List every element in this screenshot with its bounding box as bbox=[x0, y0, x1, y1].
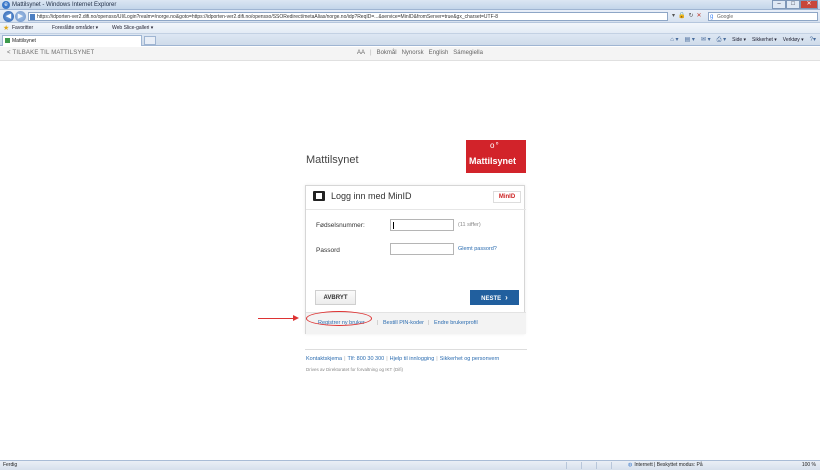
login-card-header: Logg inn med MinID MinID bbox=[306, 186, 526, 210]
address-bar-row: ◀ ▶ https://idporten-ver2.difi.no/openss… bbox=[0, 10, 820, 23]
lang-samegiella[interactable]: Sámegiella bbox=[453, 47, 483, 60]
url-text: https://idporten-ver2.difi.no/opensso/UI… bbox=[37, 14, 499, 20]
annotation-highlight-ring bbox=[306, 311, 372, 326]
minid-emblem-icon bbox=[313, 191, 325, 201]
order-pin-codes-link[interactable]: Bestill PIN-koder bbox=[383, 313, 424, 334]
cmd-safety[interactable]: Sikkerhet ▾ bbox=[752, 34, 777, 46]
help-icon[interactable]: ?▾ bbox=[810, 34, 816, 46]
login-help-link[interactable]: Hjelp til innlogging bbox=[390, 356, 435, 362]
separator: | bbox=[344, 356, 346, 362]
next-button-label: NESTE bbox=[481, 296, 502, 302]
fav-web-slice-gallery[interactable]: Web Slice-galleri ▾ bbox=[112, 23, 153, 34]
maximize-button[interactable]: □ bbox=[786, 0, 800, 9]
separator: | bbox=[370, 50, 372, 56]
footer-divider bbox=[305, 349, 527, 350]
google-icon: g bbox=[710, 14, 714, 20]
text-caret bbox=[393, 222, 394, 229]
annotation-arrowhead bbox=[293, 315, 299, 321]
page-content: < TILBAKE TIL MATTILSYNET AA | Bokmål Ny… bbox=[0, 47, 820, 460]
lang-english[interactable]: English bbox=[429, 47, 449, 60]
fav-suggested-sites[interactable]: Foreslåtte områder ▾ bbox=[52, 23, 98, 34]
status-text: Ferdig bbox=[3, 462, 18, 468]
separator: | bbox=[436, 356, 438, 362]
separator: | bbox=[386, 356, 388, 362]
favorites-label[interactable]: Favoritter bbox=[12, 23, 33, 34]
new-tab-button[interactable] bbox=[144, 36, 156, 45]
password-input[interactable] bbox=[390, 243, 454, 255]
contact-form-link[interactable]: Kontaktskjema bbox=[306, 356, 342, 362]
back-to-mattilsynet-link[interactable]: < TILBAKE TIL MATTILSYNET bbox=[7, 47, 94, 60]
tab-mattilsynet[interactable]: Mattilsynet bbox=[2, 35, 142, 46]
refresh-icon[interactable]: ↻ bbox=[689, 12, 694, 21]
page-icon bbox=[30, 14, 35, 20]
stop-icon[interactable]: ✕ bbox=[697, 12, 702, 21]
back-button[interactable]: ◀ bbox=[3, 11, 14, 22]
status-cells bbox=[566, 462, 626, 469]
favorites-bar: ★ Favoritter Foreslåtte områder ▾ Web Sl… bbox=[0, 23, 820, 34]
command-bar: ⌂ ▾ ▤ ▾ ✉ ▾ ⎙ ▾ Side ▾ Sikkerhet ▾ Verkt… bbox=[670, 34, 816, 46]
logo-wordmark: Mattilsynet bbox=[469, 156, 517, 166]
edit-profile-link[interactable]: Endre brukerprofil bbox=[434, 313, 478, 334]
window-controls: – □ ✕ bbox=[772, 0, 818, 9]
zoom-level[interactable]: 100 % bbox=[802, 461, 816, 470]
browser-window: e Mattilsynet - Windows Internet Explore… bbox=[0, 0, 820, 470]
tab-label: Mattilsynet bbox=[12, 38, 36, 44]
tab-row: Mattilsynet ⌂ ▾ ▤ ▾ ✉ ▾ ⎙ ▾ Side ▾ Sikke… bbox=[0, 34, 820, 46]
mattilsynet-logo: o° Mattilsynet bbox=[466, 140, 526, 173]
site-top-bar: < TILBAKE TIL MATTILSYNET AA | Bokmål Ny… bbox=[0, 47, 820, 61]
tab-favicon bbox=[5, 38, 10, 43]
phone-number: Tlf: 800 30 300 bbox=[347, 356, 385, 362]
annotation-arrow bbox=[258, 318, 296, 319]
password-label: Passord bbox=[316, 247, 340, 254]
next-button[interactable]: NESTE › bbox=[470, 290, 519, 305]
feeds-icon[interactable]: ▤ ▾ bbox=[685, 34, 695, 46]
address-input[interactable]: https://idporten-ver2.difi.no/opensso/UI… bbox=[28, 12, 668, 21]
search-placeholder: Google bbox=[717, 14, 734, 20]
text-size-toggle[interactable]: AA bbox=[357, 47, 365, 60]
logo-mark-icon: o° bbox=[490, 141, 500, 150]
home-icon[interactable]: ⌂ ▾ bbox=[670, 34, 678, 46]
birth-number-hint: (11 siffer) bbox=[458, 222, 481, 228]
login-heading: Logg inn med MinID bbox=[331, 191, 412, 201]
chevron-right-icon: › bbox=[505, 293, 508, 302]
globe-icon: ◍ bbox=[628, 462, 633, 468]
minimize-button[interactable]: – bbox=[772, 0, 786, 9]
cmd-page[interactable]: Side ▾ bbox=[732, 34, 746, 46]
separator: | bbox=[377, 320, 379, 326]
ie-logo-icon: e bbox=[2, 1, 10, 9]
window-title: Mattilsynet - Windows Internet Explorer bbox=[12, 2, 117, 8]
birth-number-label: Fødselsnummer: bbox=[316, 222, 365, 229]
address-tools: ▾ 🔒 ↻ ✕ bbox=[672, 12, 706, 21]
title-bar: e Mattilsynet - Windows Internet Explore… bbox=[0, 0, 820, 10]
birth-number-input[interactable] bbox=[390, 219, 454, 231]
cancel-button[interactable]: AVBRYT bbox=[315, 290, 356, 305]
dropdown-icon[interactable]: ▾ bbox=[672, 12, 675, 21]
lang-bokmal[interactable]: Bokmål bbox=[377, 47, 397, 60]
forgot-password-link[interactable]: Glemt passord? bbox=[458, 246, 497, 252]
minid-badge: MinID bbox=[493, 191, 521, 203]
lock-icon[interactable]: 🔒 bbox=[678, 12, 685, 21]
zone-text: Internett | Beskyttet modus: På bbox=[634, 462, 703, 468]
status-bar: Ferdig ◍ Internett | Beskyttet modus: På… bbox=[0, 460, 820, 470]
service-name: Mattilsynet bbox=[306, 154, 359, 166]
language-selector: AA | Bokmål Nynorsk English Sámegiella bbox=[357, 47, 483, 60]
forward-button[interactable]: ▶ bbox=[15, 11, 26, 22]
favorites-star-icon[interactable]: ★ bbox=[3, 24, 9, 33]
privacy-link[interactable]: Sikkerhet og personvern bbox=[440, 356, 500, 362]
search-input[interactable]: g Google ⌕ bbox=[708, 12, 818, 21]
close-button[interactable]: ✕ bbox=[800, 0, 818, 9]
separator: | bbox=[428, 320, 430, 326]
security-zone[interactable]: ◍ Internett | Beskyttet modus: På bbox=[628, 461, 703, 470]
mail-icon[interactable]: ✉ ▾ bbox=[701, 34, 711, 46]
operator-note: Drives av Direktoratet for forvaltning o… bbox=[306, 367, 403, 372]
print-icon[interactable]: ⎙ ▾ bbox=[717, 34, 726, 46]
footer-links: Kontaktskjema | Tlf: 800 30 300 | Hjelp til … bbox=[306, 356, 499, 362]
cmd-tools[interactable]: Verktøy ▾ bbox=[783, 34, 804, 46]
lang-nynorsk[interactable]: Nynorsk bbox=[402, 47, 424, 60]
